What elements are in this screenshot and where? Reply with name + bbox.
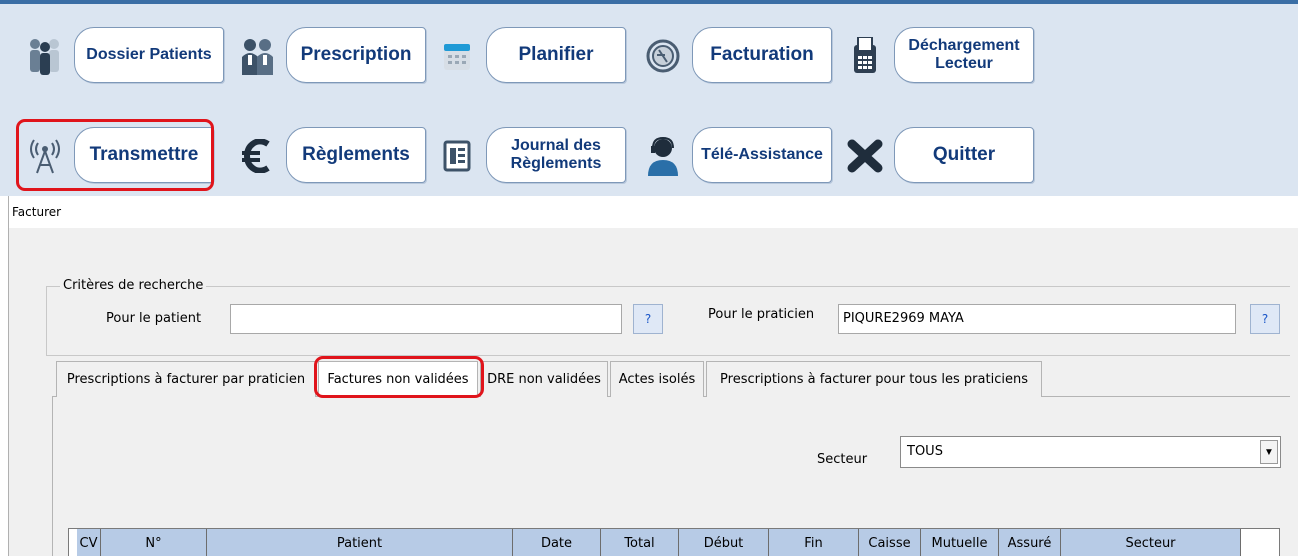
search-criteria-legend: Critères de recherche <box>60 278 207 293</box>
journal-reglements-label: Journal des Règlements <box>486 127 626 183</box>
patient-label: Pour le patient <box>106 311 202 326</box>
invoice-grid-header: CV N° Patient Date Total Début Fin Caiss… <box>68 528 1280 556</box>
calendar-icon <box>430 34 484 78</box>
journal-icon <box>430 134 484 178</box>
prescription-button[interactable]: Prescription <box>230 24 430 86</box>
praticien-label: Pour le praticien <box>708 307 815 322</box>
dechargement-lecteur-label: Déchargement Lecteur <box>894 27 1034 83</box>
planifier-button[interactable]: Planifier <box>430 24 630 86</box>
transmettre-button[interactable]: Transmettre <box>18 124 218 186</box>
column-header-total[interactable]: Total <box>601 529 679 556</box>
tele-assistance-button[interactable]: Télé-Assistance <box>636 124 836 186</box>
headset-operator-icon <box>636 134 690 178</box>
euro-icon <box>230 134 284 178</box>
quitter-label: Quitter <box>894 127 1034 183</box>
card-reader-icon <box>838 34 892 78</box>
column-header-caisse[interactable]: Caisse <box>859 529 921 556</box>
praticien-input[interactable]: PIQURE2969 MAYA <box>838 304 1236 334</box>
dossier-patients-label: Dossier Patients <box>74 27 224 83</box>
people-icon <box>18 34 72 78</box>
tele-assistance-label: Télé-Assistance <box>692 127 832 183</box>
journal-reglements-button[interactable]: Journal des Règlements <box>430 124 630 186</box>
facturation-label: Facturation <box>692 27 832 83</box>
secteur-value: TOUS <box>907 444 943 459</box>
column-header-numero[interactable]: N° <box>101 529 207 556</box>
quitter-button[interactable]: Quitter <box>838 124 1038 186</box>
column-header-date[interactable]: Date <box>513 529 601 556</box>
dechargement-lecteur-button[interactable]: Déchargement Lecteur <box>838 24 1038 86</box>
column-header-debut[interactable]: Début <box>679 529 769 556</box>
facturation-button[interactable]: Facturation <box>636 24 836 86</box>
patient-input[interactable] <box>230 304 622 334</box>
tab-prescriptions-tous-praticiens[interactable]: Prescriptions à facturer pour tous les p… <box>706 361 1042 397</box>
couple-icon <box>230 34 284 78</box>
column-header-secteur[interactable]: Secteur <box>1061 529 1241 556</box>
planifier-label: Planifier <box>486 27 626 83</box>
coin-icon <box>636 34 690 78</box>
reglements-label: Règlements <box>286 127 426 183</box>
tab-prescriptions-par-praticien[interactable]: Prescriptions à facturer par praticien <box>56 361 316 397</box>
prescription-label: Prescription <box>286 27 426 83</box>
chevron-down-icon[interactable]: ▼ <box>1260 440 1278 464</box>
window-title-bar: Facturer <box>8 196 1298 228</box>
patient-lookup-button[interactable]: ? <box>633 304 663 334</box>
transmettre-label: Transmettre <box>74 127 214 183</box>
reglements-button[interactable]: Règlements <box>230 124 430 186</box>
column-header-assure[interactable]: Assuré <box>999 529 1061 556</box>
column-header-patient[interactable]: Patient <box>207 529 513 556</box>
secteur-label: Secteur <box>817 452 868 467</box>
tab-factures-non-validees[interactable]: Factures non validées <box>318 361 478 397</box>
praticien-lookup-button[interactable]: ? <box>1250 304 1280 334</box>
tab-actes-isoles[interactable]: Actes isolés <box>610 361 704 397</box>
dossier-patients-button[interactable]: Dossier Patients <box>18 24 228 86</box>
antenna-icon <box>18 134 72 178</box>
window-title: Facturer <box>12 205 62 219</box>
close-x-icon <box>838 134 892 178</box>
column-header-fin[interactable]: Fin <box>769 529 859 556</box>
main-toolbar: Dossier Patients Prescription Planifier <box>0 0 1298 196</box>
tab-dre-non-validees[interactable]: DRE non validées <box>480 361 608 397</box>
secteur-dropdown[interactable]: TOUS ▼ <box>900 436 1281 468</box>
column-header-mutuelle[interactable]: Mutuelle <box>921 529 999 556</box>
column-header-cv[interactable]: CV <box>77 529 101 556</box>
